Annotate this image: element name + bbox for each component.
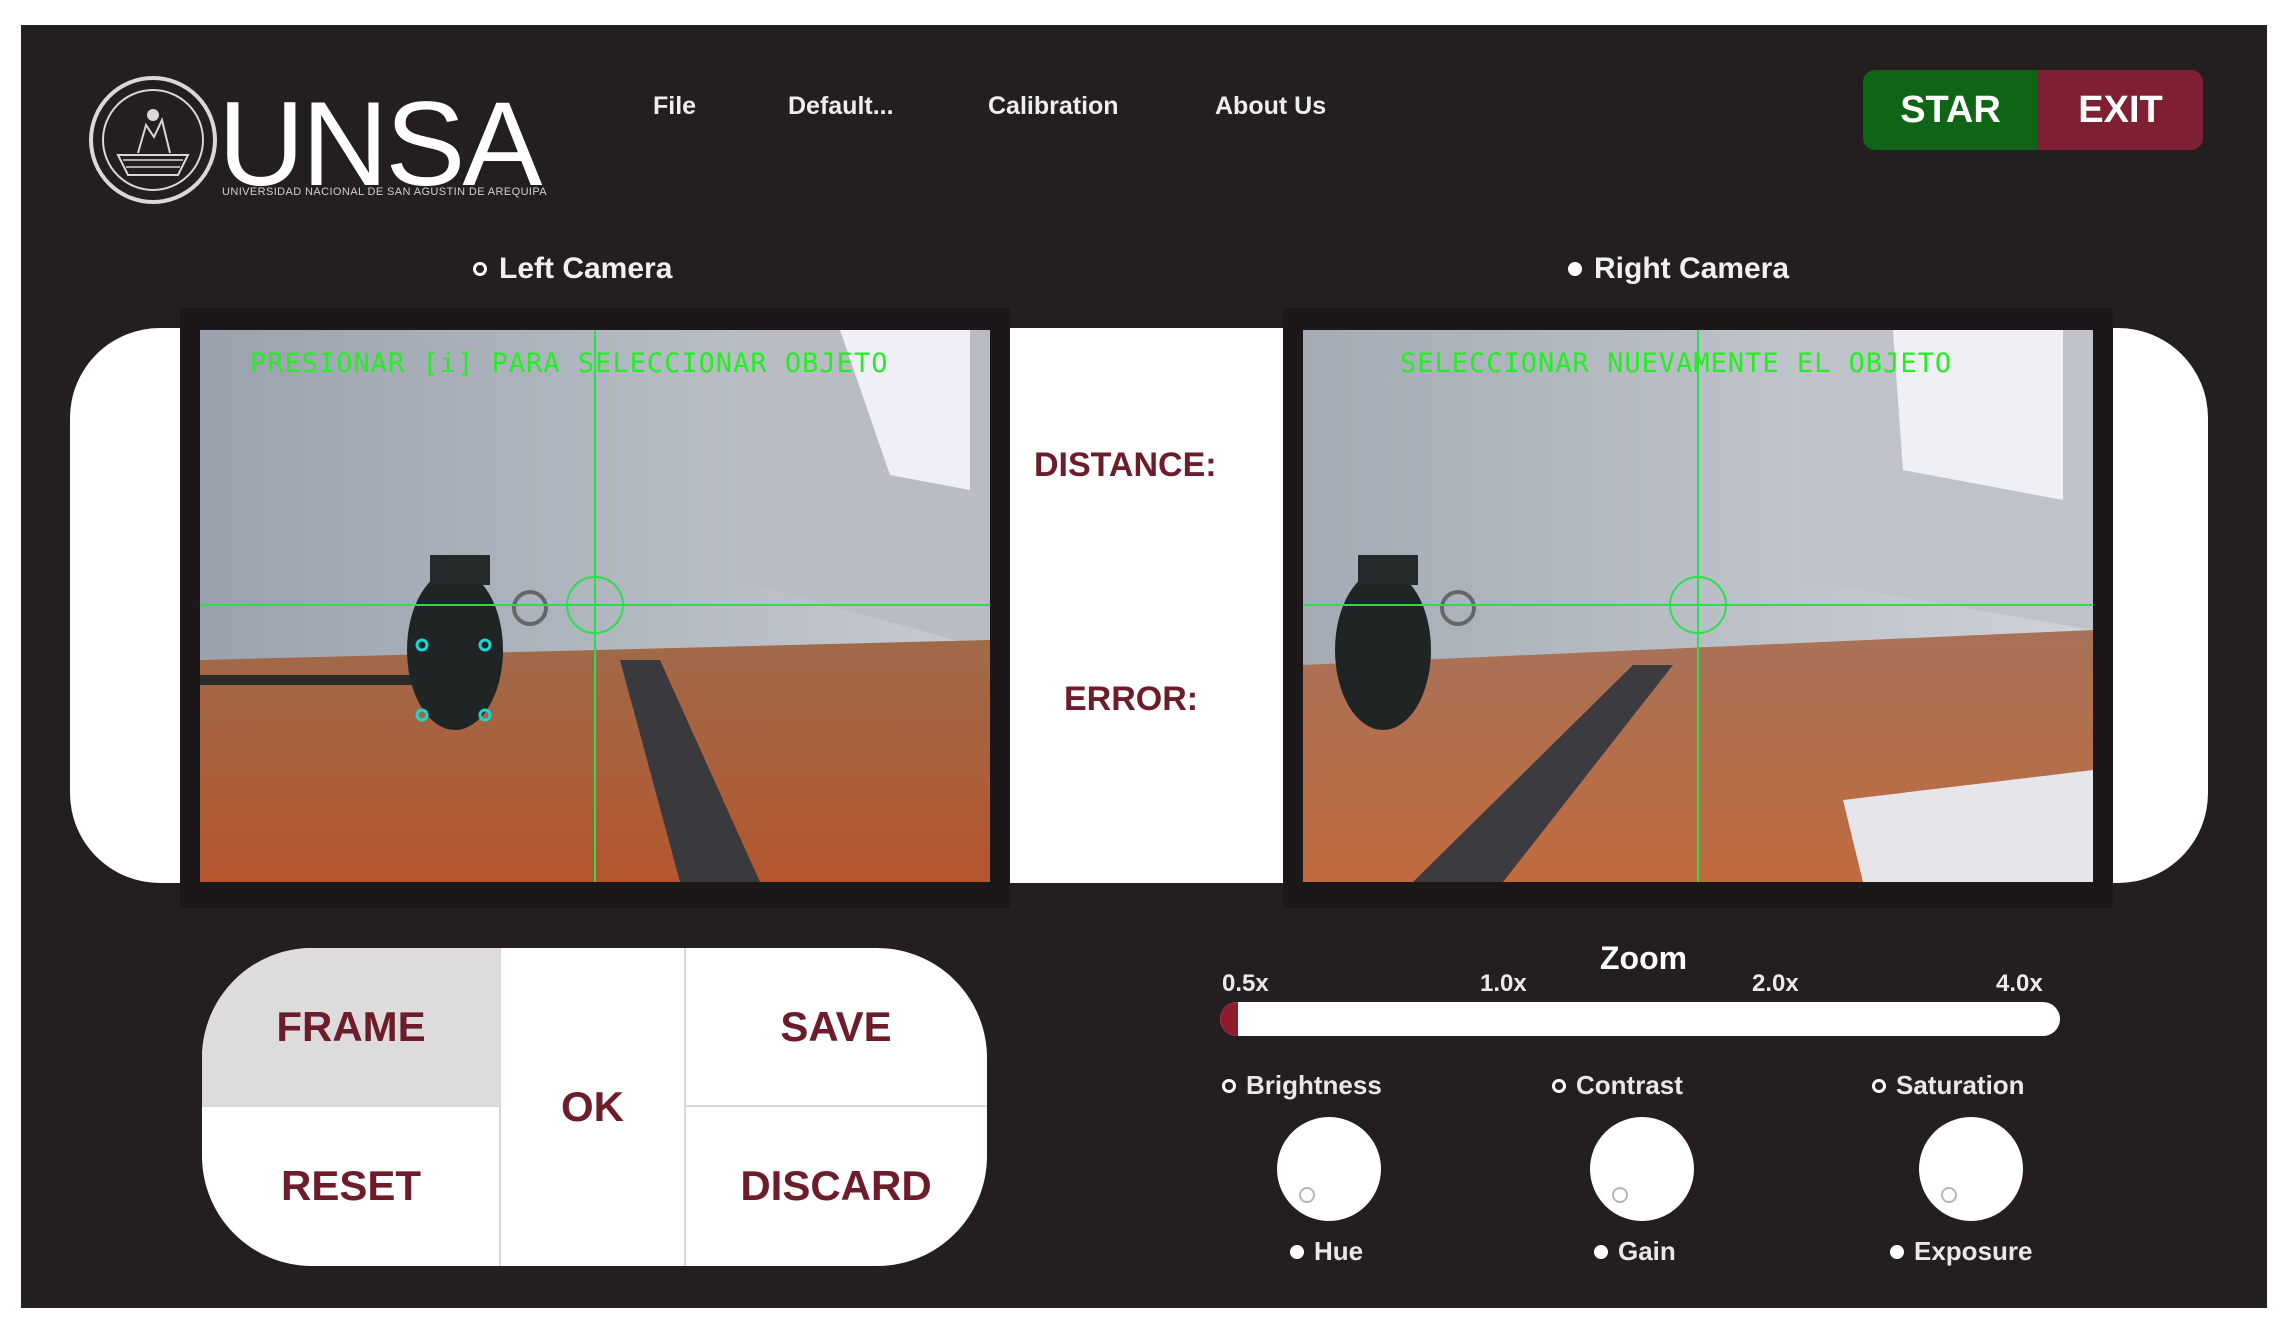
zoom-title: Zoom (1600, 940, 1688, 976)
saturation-exposure-knob[interactable] (1919, 1117, 2023, 1221)
brightness-hue-knob[interactable] (1277, 1117, 1381, 1221)
right-camera-overlay-text: SELECCIONAR NUEVAMENTE EL OBJETO (1400, 348, 1953, 379)
radio-filled-icon (1290, 1244, 1304, 1259)
contrast-gain-knob[interactable] (1590, 1117, 1694, 1221)
radio-filled-icon (1890, 1244, 1904, 1259)
divider (202, 1105, 500, 1107)
zoom-tick: 2.0x (1752, 970, 1799, 997)
gain-label: Gain (1618, 1236, 1676, 1266)
left-camera-radio[interactable]: Left Camera (473, 252, 672, 286)
error-label: ERROR: (1064, 680, 1199, 718)
knob-indicator-icon (1299, 1187, 1315, 1203)
radio-empty-icon (1872, 1078, 1886, 1093)
measurement-panel (1018, 328, 1278, 882)
star-button[interactable]: STAR (1863, 70, 2038, 150)
gain-radio[interactable]: Gain (1594, 1236, 1676, 1267)
distance-label: DISTANCE: (1034, 446, 1217, 484)
contrast-radio[interactable]: Contrast (1552, 1070, 1683, 1101)
divider (684, 948, 686, 1266)
exit-button[interactable]: EXIT (2038, 70, 2203, 150)
divider (499, 948, 501, 1266)
control-pad: FRAME RESET OK SAVE DISCARD (202, 948, 987, 1266)
menu-calibration[interactable]: Calibration (988, 92, 1119, 121)
university-seal-icon (89, 76, 217, 204)
hue-label: Hue (1314, 1236, 1364, 1266)
exposure-radio[interactable]: Exposure (1890, 1236, 2033, 1267)
zoom-tick: 0.5x (1222, 970, 1269, 997)
logo-subtitle: UNIVERSIDAD NACIONAL DE SAN AGUSTIN DE A… (222, 186, 548, 198)
brightness-label: Brightness (1246, 1070, 1382, 1100)
reset-button[interactable]: RESET (202, 1106, 500, 1266)
zoom-slider[interactable] (1220, 1002, 2060, 1036)
left-camera-label: Left Camera (499, 252, 673, 285)
left-camera-overlay-text: PRESIONAR [i] PARA SELECCIONAR OBJETO (250, 348, 889, 379)
left-camera-feed[interactable] (200, 330, 990, 882)
right-camera-feed[interactable] (1303, 330, 2093, 882)
menu-about-us[interactable]: About Us (1215, 92, 1326, 121)
radio-empty-icon (473, 262, 487, 276)
radio-filled-icon (1568, 262, 1582, 276)
ok-button[interactable]: OK (500, 948, 685, 1266)
discard-button[interactable]: DISCARD (685, 1106, 987, 1266)
right-camera-label: Right Camera (1594, 252, 1790, 285)
exposure-label: Exposure (1914, 1236, 2033, 1266)
saturation-label: Saturation (1896, 1070, 2025, 1100)
divider (685, 1105, 987, 1107)
zoom-tick: 4.0x (1996, 970, 2043, 997)
frame-button[interactable]: FRAME (202, 948, 500, 1106)
hue-radio[interactable]: Hue (1290, 1236, 1363, 1267)
saturation-radio[interactable]: Saturation (1872, 1070, 2025, 1101)
right-camera-radio[interactable]: Right Camera (1568, 252, 1789, 286)
knob-indicator-icon (1612, 1187, 1628, 1203)
zoom-tick: 1.0x (1480, 970, 1527, 997)
menu-file[interactable]: File (653, 92, 696, 121)
menu-default[interactable]: Default... (788, 92, 894, 121)
brightness-radio[interactable]: Brightness (1222, 1070, 1382, 1101)
radio-empty-icon (1222, 1078, 1236, 1093)
contrast-label: Contrast (1576, 1070, 1683, 1100)
radio-empty-icon (1552, 1078, 1566, 1093)
knob-indicator-icon (1941, 1187, 1957, 1203)
zoom-slider-fill (1220, 1002, 1238, 1036)
radio-filled-icon (1594, 1244, 1608, 1259)
save-button[interactable]: SAVE (685, 948, 987, 1106)
